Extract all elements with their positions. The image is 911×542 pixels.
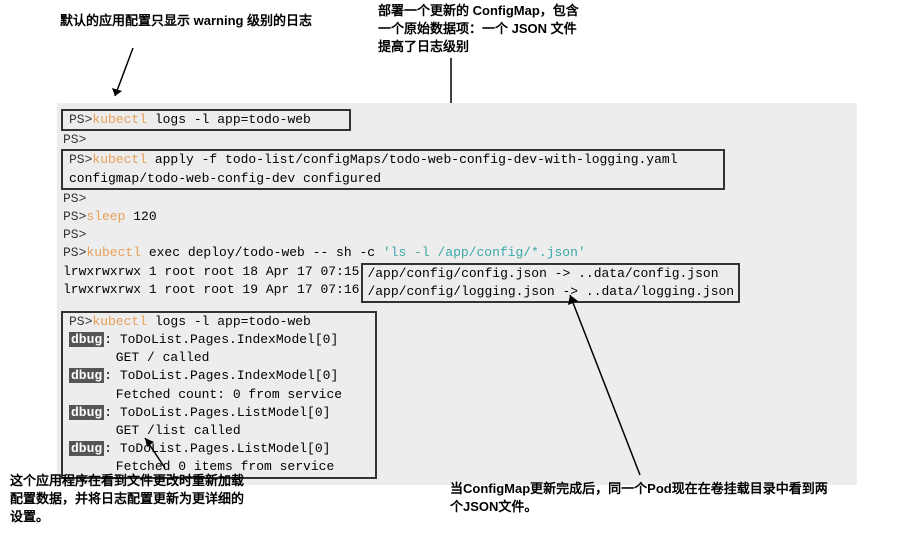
arrow-icon — [115, 48, 155, 108]
terminal-box-logs-verbose: PS>kubectl logs -l app=todo-web dbug: To… — [61, 311, 377, 479]
terminal-output: PS>kubectl logs -l app=todo-web PS> PS>k… — [57, 103, 857, 485]
arrow-icon — [570, 295, 650, 485]
terminal-ls-output: lrwxrwxrwx 1 root root 18 Apr 17 07:15 l… — [57, 263, 857, 303]
annotation-two-json-files: 当ConfigMap更新完成后，同一个Pod现在在卷挂载目录中看到两 个JSON… — [450, 480, 880, 516]
annotation-reload-config: 这个应用程序在看到文件更改时重新加载 配置数据，并将日志配置更新为更详细的 设置… — [10, 472, 300, 527]
terminal-box-symlinks: /app/config/config.json -> ..data/config… — [361, 263, 740, 303]
terminal-box-apply: PS>kubectl apply -f todo-list/configMaps… — [61, 149, 725, 189]
annotation-deploy-configmap: 部署一个更新的 ConfigMap，包含 一个原始数据项：一个 JSON 文件 … — [378, 2, 658, 57]
annotation-default-config: 默认的应用配置只显示 warning 级别的日志 — [60, 12, 330, 30]
terminal-box-logs-empty: PS>kubectl logs -l app=todo-web — [61, 109, 351, 131]
